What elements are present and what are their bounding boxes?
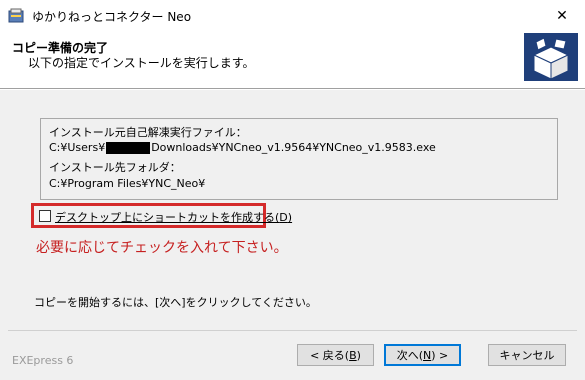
cancel-button[interactable]: キャンセル bbox=[488, 344, 566, 366]
shortcut-checkbox[interactable] bbox=[39, 210, 51, 222]
install-info-box: インストール元自己解凍実行ファイル： C:¥Users¥ Downloads¥YN… bbox=[40, 118, 558, 200]
page-subtitle: 以下の指定でインストールを実行します。 bbox=[28, 56, 255, 70]
close-icon: ✕ bbox=[556, 7, 568, 24]
wizard-header: コピー準備の完了 以下の指定でインストールを実行します。 bbox=[0, 31, 585, 89]
installer-app-icon bbox=[8, 8, 24, 23]
source-label: インストール元自己解凍実行ファイル： bbox=[49, 126, 247, 139]
next-key: N bbox=[423, 348, 432, 362]
install-box-icon bbox=[524, 33, 578, 81]
window-title: ゆかりねっとコネクター Neo bbox=[32, 10, 192, 24]
brand-label: EXEpress 6 bbox=[12, 354, 74, 367]
source-path: C:¥Users¥ Downloads¥YNCneo_v1.9564¥YNCneo… bbox=[49, 141, 436, 154]
instruction-text: コピーを開始するには、[次へ]をクリックしてください。 bbox=[34, 296, 317, 309]
source-path-prefix: C:¥Users¥ bbox=[49, 141, 106, 154]
next-close: ) > bbox=[431, 348, 449, 362]
cancel-label: キャンセル bbox=[499, 349, 555, 362]
wizard-body: インストール元自己解凍実行ファイル： C:¥Users¥ Downloads¥YN… bbox=[0, 90, 585, 380]
dest-path: C:¥Program Files¥YNC_Neo¥ bbox=[49, 177, 206, 190]
redacted-username bbox=[106, 142, 151, 154]
source-path-suffix: Downloads¥YNCneo_v1.9564¥YNCneo_v1.9583.… bbox=[151, 141, 436, 154]
next-label: 次へ( bbox=[396, 349, 424, 362]
shortcut-checkbox-label[interactable]: デスクトップ上にショートカットを作成する(D) bbox=[55, 209, 292, 225]
back-label: < 戻る( bbox=[310, 349, 350, 362]
shortcut-label-text: デスクトップ上にショートカットを作成する( bbox=[55, 211, 280, 224]
title-bar: ゆかりねっとコネクター Neo ✕ bbox=[0, 0, 585, 31]
back-key: B bbox=[349, 348, 357, 362]
footer-divider bbox=[8, 330, 577, 331]
annotation-note: 必要に応じてチェックを入れて下さい。 bbox=[36, 240, 288, 256]
dest-label: インストール先フォルダ： bbox=[49, 161, 181, 174]
shortcut-highlight-frame: デスクトップ上にショートカットを作成する(D) bbox=[31, 203, 292, 228]
shortcut-label-key: D bbox=[279, 211, 288, 224]
back-button[interactable]: < 戻る(B) bbox=[297, 344, 374, 366]
next-button[interactable]: 次へ(N) > bbox=[384, 344, 461, 366]
shortcut-label-close: ) bbox=[287, 211, 293, 224]
back-close: ) bbox=[356, 348, 361, 362]
close-button[interactable]: ✕ bbox=[539, 0, 585, 31]
